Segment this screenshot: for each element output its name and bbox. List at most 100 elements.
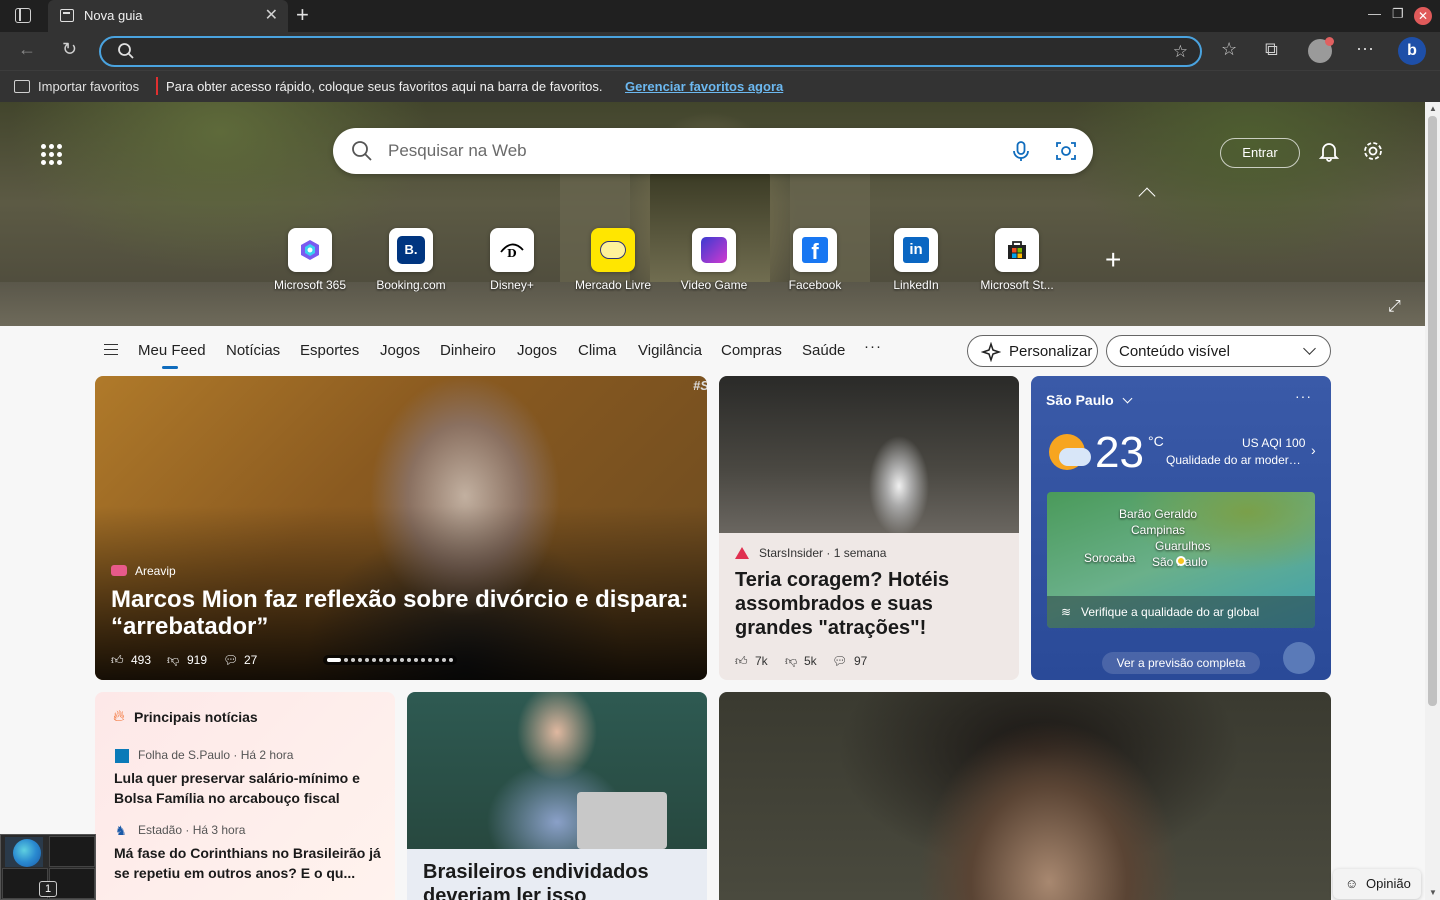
dislike-icon[interactable]: 👎︎ xyxy=(167,653,179,668)
nav-dinheiro[interactable]: Dinheiro xyxy=(440,342,496,359)
close-window-icon[interactable]: ✕ xyxy=(1414,7,1432,25)
article-headline[interactable]: Brasileiros endividados deveriam ler iss… xyxy=(423,860,693,900)
weather-city[interactable]: São Paulo xyxy=(1046,392,1114,408)
tab-close-icon[interactable]: ✕ xyxy=(265,5,278,25)
content-visibility-dropdown[interactable]: Conteúdo visível xyxy=(1106,335,1331,367)
nav-saude[interactable]: Saúde xyxy=(802,342,845,359)
page-scrollbar[interactable]: ▲ ▼ xyxy=(1425,102,1440,900)
nav-esportes[interactable]: Esportes xyxy=(300,342,359,359)
add-favorite-icon[interactable]: ☆ xyxy=(1173,42,1188,62)
nav-meu-feed[interactable]: Meu Feed xyxy=(138,342,206,369)
quick-link-microsoft-store[interactable]: Microsoft St... xyxy=(975,228,1059,292)
manage-favorites-link[interactable]: Gerenciar favoritos agora xyxy=(625,79,783,94)
nav-jogos-2[interactable]: Jogos xyxy=(517,342,557,359)
quick-link-label: Microsoft St... xyxy=(980,278,1054,292)
article-headline[interactable]: Marcos Mion faz reflexão sobre divórcio … xyxy=(111,586,701,640)
search-icon xyxy=(352,141,372,161)
weather-card[interactable]: São Paulo ··· 23 °C US AQI 100 Qualidade… xyxy=(1031,376,1331,680)
fire-icon: 🔥︎ xyxy=(113,708,125,725)
article-source[interactable]: Areavip xyxy=(135,564,176,578)
nav-more-button[interactable]: ··· xyxy=(864,338,882,355)
new-tab-button[interactable]: + xyxy=(296,2,309,28)
import-favorites-button[interactable]: Importar favoritos xyxy=(38,79,139,94)
workspace-thumb[interactable] xyxy=(49,836,95,867)
weather-more-icon[interactable]: ··· xyxy=(1295,388,1312,404)
taskbar-preview[interactable]: 1 xyxy=(0,834,96,900)
news-card-debt[interactable]: Brasileiros endividados deveriam ler iss… xyxy=(407,692,707,900)
bing-icon[interactable]: b xyxy=(1398,37,1426,65)
scroll-down-icon[interactable]: ▼ xyxy=(1429,888,1437,897)
edge-browser-icon xyxy=(13,839,41,867)
air-quality-banner[interactable]: Verifique a qualidade do ar global ≋ xyxy=(1047,596,1315,628)
scroll-up-icon[interactable]: ▲ xyxy=(1429,104,1437,113)
scrollbar-thumb[interactable] xyxy=(1428,116,1437,706)
maximize-icon[interactable]: ❐ xyxy=(1392,6,1404,22)
news-card-portrait[interactable] xyxy=(719,692,1331,900)
map-label: Barão Geraldo xyxy=(1119,507,1198,521)
back-icon[interactable]: ← xyxy=(18,39,36,60)
nav-clima[interactable]: Clima xyxy=(578,342,616,359)
sparkle-star-icon xyxy=(981,342,1001,362)
weather-assistant-icon[interactable] xyxy=(1283,642,1315,674)
collections-icon[interactable]: ⧉ xyxy=(1265,39,1278,60)
news-source[interactable]: Estadão · Há 3 hora xyxy=(138,823,245,837)
tab-strip: Nova guia ✕ + — ❐ ✕ xyxy=(0,0,1440,32)
weather-unit[interactable]: °C xyxy=(1148,433,1164,449)
nav-compras[interactable]: Compras xyxy=(721,342,782,359)
quick-link-booking[interactable]: B. Booking.com xyxy=(369,228,453,292)
carousel-indicator[interactable] xyxy=(323,655,457,665)
featured-news-card[interactable]: #S Areavip Marcos Mion faz reflexão sobr… xyxy=(95,376,707,680)
add-quick-link-button[interactable]: + xyxy=(1105,244,1121,276)
news-card-hotels[interactable]: StarsInsider · 1 semana Teria coragem? H… xyxy=(719,376,1019,680)
full-forecast-button[interactable]: Ver a previsão completa xyxy=(1102,652,1260,674)
menu-icon[interactable] xyxy=(104,344,118,355)
tab-new-tab[interactable]: Nova guia ✕ xyxy=(48,0,288,32)
news-title[interactable]: Má fase do Corinthians no Brasileirão já… xyxy=(114,843,384,883)
nav-vigilancia[interactable]: Vigilância xyxy=(638,342,702,359)
quick-link-microsoft-365[interactable]: Microsoft 365 xyxy=(268,228,352,292)
dislike-icon[interactable]: 👎︎ xyxy=(785,654,797,669)
visual-search-icon[interactable] xyxy=(1055,140,1077,162)
feedback-label: Opinião xyxy=(1366,876,1411,891)
quick-link-mercado-livre[interactable]: Mercado Livre xyxy=(571,228,655,292)
weather-map[interactable]: Barão Geraldo Campinas Guarulhos Sorocab… xyxy=(1047,492,1315,628)
favorites-icon[interactable]: ☆ xyxy=(1221,39,1237,60)
quick-link-video-game[interactable]: Video Game xyxy=(672,228,756,292)
article-headline[interactable]: Teria coragem? Hotéis assombrados e suas… xyxy=(735,568,1010,640)
comment-icon[interactable]: 💬︎ xyxy=(832,654,847,668)
expand-background-icon[interactable]: ⤢ xyxy=(1388,298,1401,316)
like-icon[interactable]: 👍︎ xyxy=(735,654,748,669)
quick-link-label: LinkedIn xyxy=(893,278,939,292)
page-settings-gear-icon[interactable] xyxy=(1362,140,1384,162)
dislike-count: 919 xyxy=(187,653,208,667)
microphone-icon[interactable] xyxy=(1010,140,1032,162)
quick-link-facebook[interactable]: f Facebook xyxy=(773,228,857,292)
news-title[interactable]: Lula quer preservar salário-mínimo e Bol… xyxy=(114,768,384,808)
address-bar[interactable]: ☆ xyxy=(99,36,1202,67)
news-source[interactable]: Folha de S.Paulo · Há 2 hora xyxy=(138,748,293,762)
comment-icon[interactable]: 💬︎ xyxy=(223,653,238,667)
notifications-bell-icon[interactable] xyxy=(1318,140,1340,162)
settings-more-icon[interactable]: ⋯ xyxy=(1356,39,1374,60)
app-launcher-icon[interactable] xyxy=(36,139,62,165)
quick-link-linkedin[interactable]: in LinkedIn xyxy=(874,228,958,292)
nav-jogos[interactable]: Jogos xyxy=(380,342,420,359)
quick-link-disney-plus[interactable]: D Disney+ xyxy=(470,228,554,292)
nav-noticias[interactable]: Notícias xyxy=(226,342,280,359)
web-search-box[interactable]: Pesquisar na Web xyxy=(333,128,1093,174)
refresh-icon[interactable]: ↻ xyxy=(62,39,77,60)
edge-window-thumb[interactable] xyxy=(5,837,43,867)
like-icon[interactable]: 👍︎ xyxy=(111,653,124,668)
tab-actions-icon[interactable] xyxy=(15,8,31,23)
profile-avatar[interactable] xyxy=(1308,37,1334,63)
top-news-heading[interactable]: Principais notícias xyxy=(134,709,258,725)
air-quality-description: Qualidade do ar moderada xyxy=(1166,453,1306,467)
minimize-icon[interactable]: — xyxy=(1368,6,1381,21)
chevron-right-icon[interactable]: › xyxy=(1311,442,1316,458)
feedback-button[interactable]: ☺ Opinião xyxy=(1333,869,1421,899)
personalize-button[interactable]: Personalizar xyxy=(967,335,1098,367)
tab-title: Nova guia xyxy=(84,8,143,23)
chevron-down-icon[interactable] xyxy=(1122,393,1133,404)
article-source[interactable]: StarsInsider · 1 semana xyxy=(759,546,886,560)
sign-in-button[interactable]: Entrar xyxy=(1220,138,1300,168)
